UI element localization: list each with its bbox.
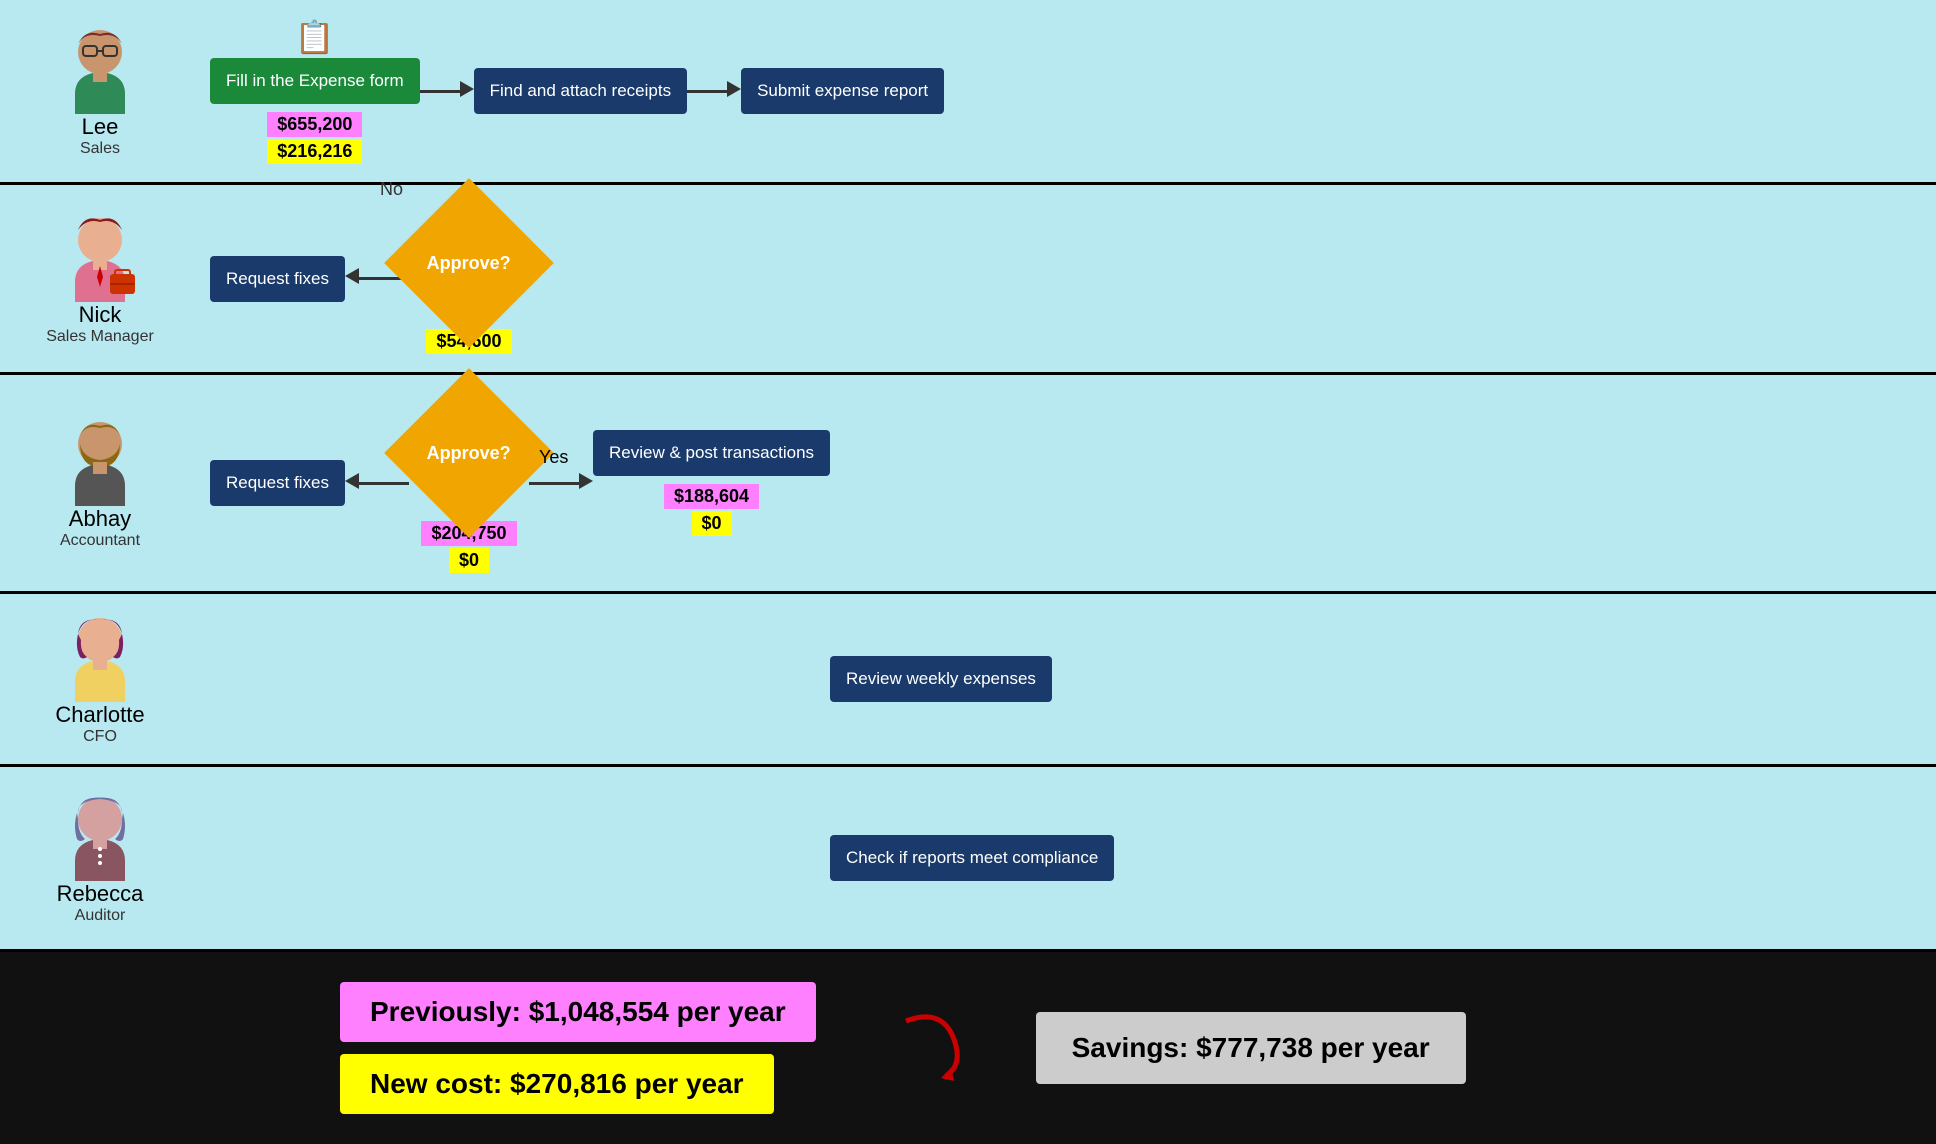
arrow-right-icon <box>460 81 474 102</box>
lane-lee-content: 📋 Fill in the Expense form $655,200 $216… <box>180 18 1916 164</box>
actor-charlotte-name: Charlotte <box>55 702 144 728</box>
actor-rebecca: Rebecca Auditor <box>20 791 180 925</box>
review-post-box: Review & post transactions <box>593 430 830 476</box>
fill-expense-costs: $655,200 $216,216 <box>267 108 362 164</box>
review-post-label: Review & post transactions <box>609 443 814 462</box>
request-fixes-abhay-box: Request fixes <box>210 460 345 506</box>
request-fixes-abhay-label: Request fixes <box>226 473 329 492</box>
actor-rebecca-name: Rebecca <box>57 881 144 907</box>
arrow-right-icon2 <box>727 81 741 102</box>
review-post-pink-cost: $188,604 <box>664 484 759 509</box>
request-fixes-nick-label: Request fixes <box>226 269 329 288</box>
actor-abhay-role: Accountant <box>60 532 140 550</box>
abhay-yellow-cost: $0 <box>449 548 489 573</box>
check-compliance-label: Check if reports meet compliance <box>846 848 1098 867</box>
actor-abhay-name: Abhay <box>69 506 131 532</box>
avatar-nick <box>55 212 145 302</box>
review-post-yellow-cost: $0 <box>692 511 732 536</box>
lane-abhay: Abhay Accountant Request fixes No Approv… <box>0 375 1936 594</box>
arrow-right-icon-abhay <box>579 473 593 494</box>
actor-charlotte-role: CFO <box>83 728 117 746</box>
actor-nick-role: Sales Manager <box>46 328 154 346</box>
arrow-left-icon-abhay <box>345 473 359 494</box>
summary-previously: Previously: $1,048,554 per year <box>340 982 816 1042</box>
document-icon: 📋 <box>295 18 335 56</box>
arrow-fill-to-find <box>420 81 474 102</box>
review-post-costs: $188,604 $0 <box>664 480 759 536</box>
find-receipts-box: Find and attach receipts <box>474 68 687 114</box>
avatar-rebecca <box>55 791 145 881</box>
approve-label-nick: Approve? <box>427 253 511 274</box>
actor-lee-name: Lee <box>82 114 119 140</box>
check-compliance-box: Check if reports meet compliance <box>830 835 1114 881</box>
lane-abhay-content: Request fixes No Approve? $204,750 $0 <box>180 393 1916 573</box>
summary-bar: Previously: $1,048,554 per year New cost… <box>0 952 1936 1144</box>
lane-nick: Nick Sales Manager Request fixes No Appr… <box>0 185 1936 375</box>
lane-charlotte: Charlotte CFO Review weekly expenses <box>0 594 1936 767</box>
lane-rebecca: Rebecca Auditor Check if reports meet co… <box>0 767 1936 952</box>
approve-diamond-nick: Approve? <box>384 178 554 348</box>
avatar-charlotte <box>55 612 145 702</box>
actor-nick: Nick Sales Manager <box>20 212 180 346</box>
summary-savings: Savings: $777,738 per year <box>1036 1012 1466 1084</box>
actor-lee: Lee Sales <box>20 24 180 158</box>
request-fixes-nick-box: Request fixes <box>210 256 345 302</box>
lane-nick-content: Request fixes No Approve? $54,600 <box>180 203 1916 354</box>
avatar-lee <box>55 24 145 114</box>
approve-diamond-abhay: Approve? <box>384 368 554 538</box>
fill-expense-label: Fill in the Expense form <box>226 71 404 90</box>
actor-charlotte: Charlotte CFO <box>20 612 180 746</box>
avatar-abhay <box>55 416 145 506</box>
fill-expense-box: Fill in the Expense form <box>210 58 420 104</box>
submit-report-box: Submit expense report <box>741 68 944 114</box>
arrow-left-icon-nick <box>345 268 359 289</box>
find-receipts-label: Find and attach receipts <box>490 81 671 100</box>
fill-pink-cost: $655,200 <box>267 112 362 137</box>
submit-report-label: Submit expense report <box>757 81 928 100</box>
lane-lee: Lee Sales 📋 Fill in the Expense form $65… <box>0 0 1936 185</box>
actor-lee-role: Sales <box>80 140 120 158</box>
savings-arrow <box>896 1006 976 1091</box>
actor-abhay: Abhay Accountant <box>20 416 180 550</box>
yes-label-abhay: Yes <box>539 447 568 468</box>
fill-yellow-cost: $216,216 <box>267 139 362 164</box>
no-label-nick: No <box>380 179 403 200</box>
actor-nick-name: Nick <box>79 302 122 328</box>
arrow-find-to-submit <box>687 81 741 102</box>
lane-charlotte-content: Review weekly expenses <box>180 614 1916 744</box>
review-weekly-label: Review weekly expenses <box>846 669 1036 688</box>
lane-rebecca-content: Check if reports meet compliance <box>180 793 1916 923</box>
review-weekly-box: Review weekly expenses <box>830 656 1052 702</box>
summary-new-cost: New cost: $270,816 per year <box>340 1054 774 1114</box>
actor-rebecca-role: Auditor <box>75 907 126 925</box>
arrow-no-abhay: No <box>345 473 409 494</box>
arrow-yes-abhay: Yes <box>529 473 593 494</box>
approve-label-abhay: Approve? <box>427 443 511 464</box>
